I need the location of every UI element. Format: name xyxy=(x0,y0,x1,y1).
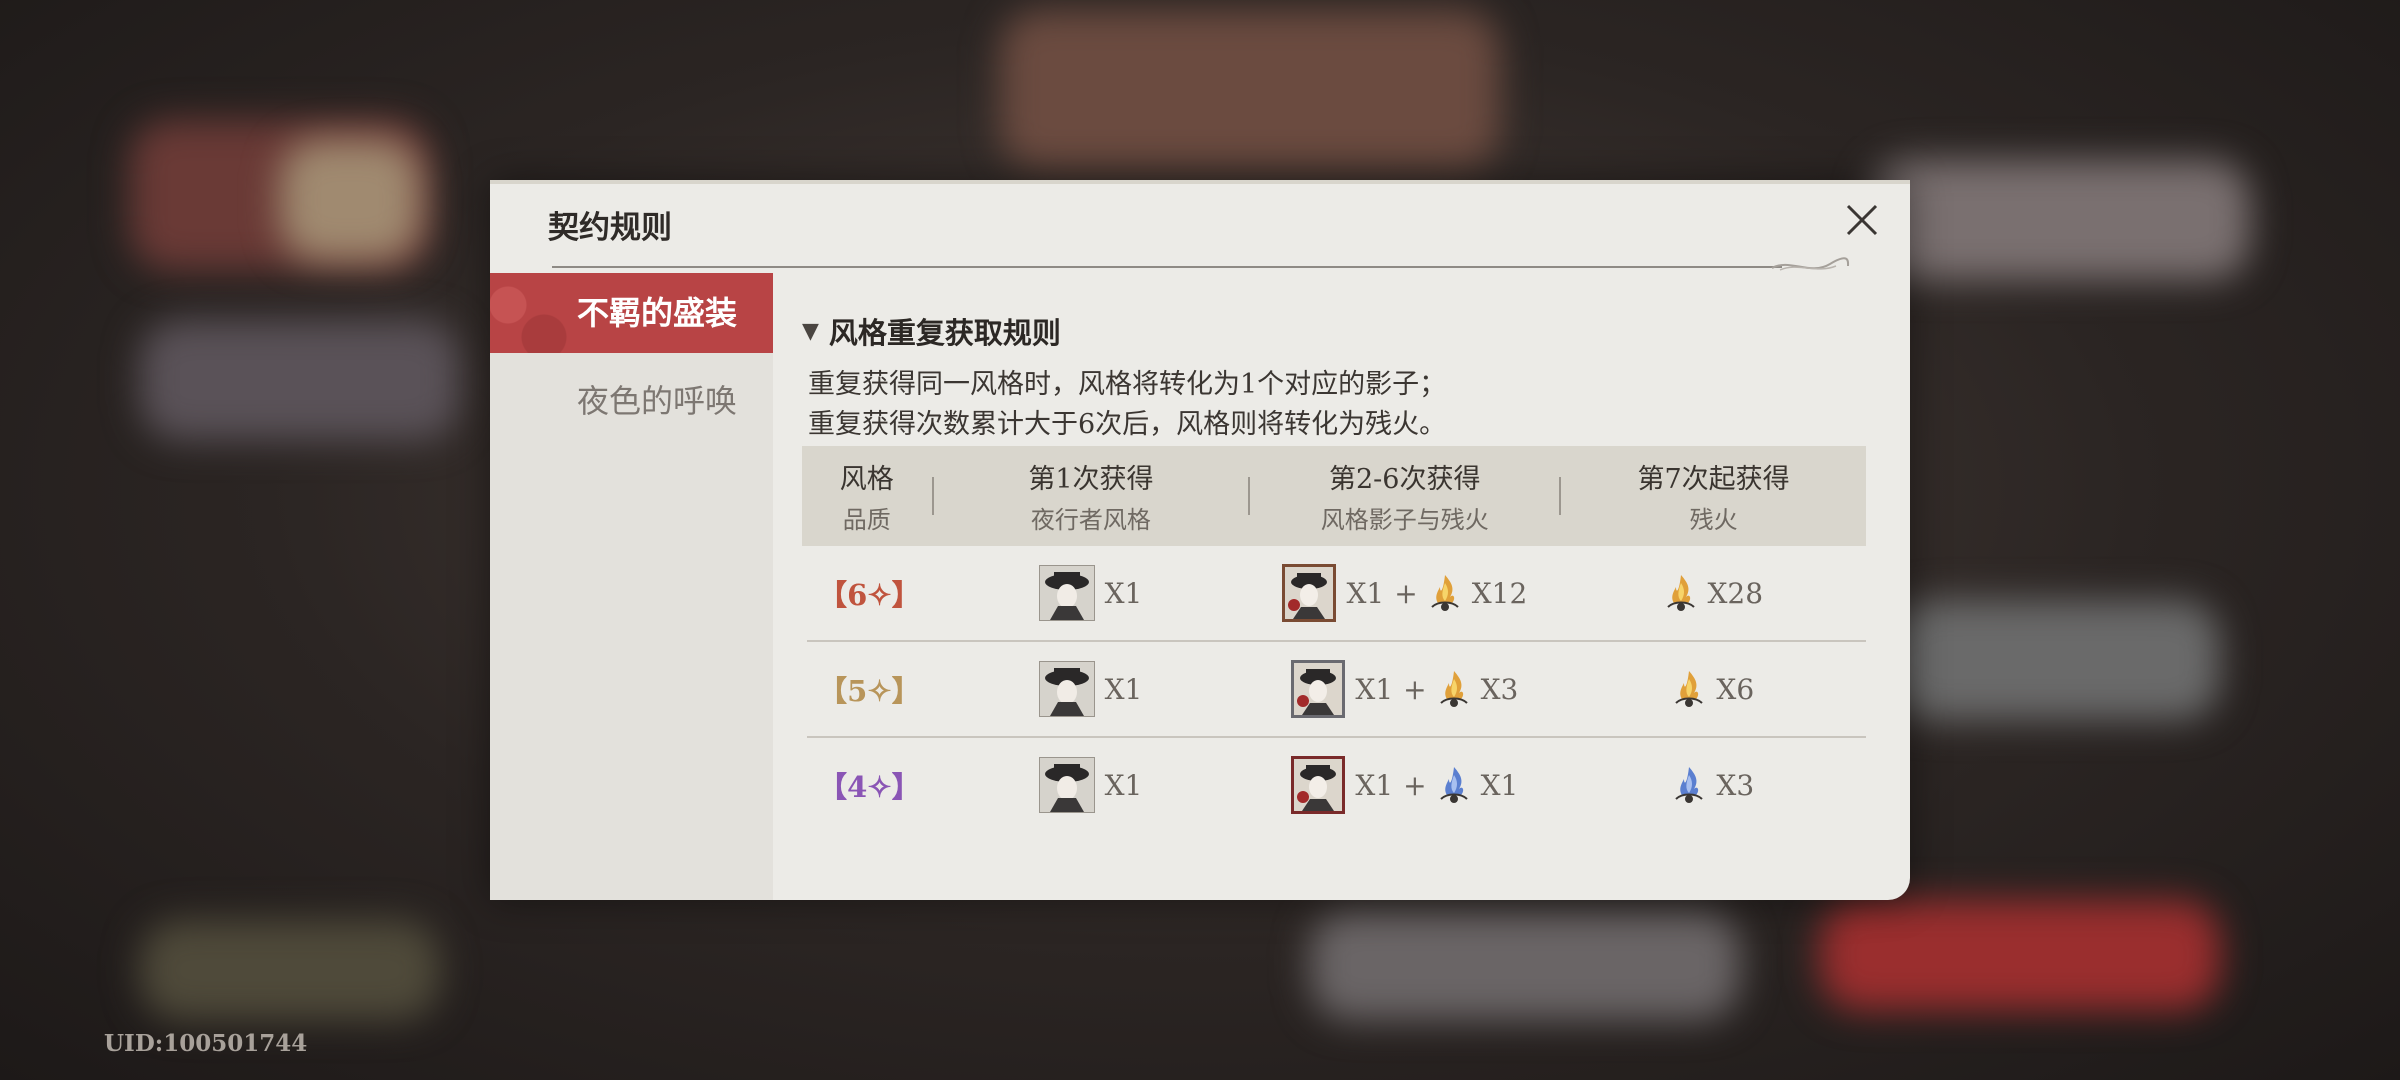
title-divider xyxy=(552,266,1782,268)
shadow-count: X1 xyxy=(1346,576,1385,610)
shadow-obtain-cell: X1 + X3 xyxy=(1249,660,1560,718)
seventh-obtain-cell: X6 xyxy=(1561,669,1866,709)
ember-mid-count: X1 xyxy=(1480,768,1519,802)
close-button[interactable] xyxy=(1840,198,1884,242)
first-count: X1 xyxy=(1104,672,1143,706)
dialog-top-edge xyxy=(490,180,1910,184)
costume-avatar-icon xyxy=(1038,757,1095,813)
ember-last-count: X28 xyxy=(1707,576,1764,610)
tab-night-call-label: 夜色的呼唤 xyxy=(576,382,737,420)
first-obtain-cell: X1 xyxy=(932,661,1249,717)
ember-last-count: X6 xyxy=(1716,672,1755,706)
table-header: 风格 品质 第1次获得 夜行者风格 第2-6次获得 风格影子与残火 第7次起获得… xyxy=(802,446,1866,546)
header-second-l1: 第2-6次获得 xyxy=(1329,464,1481,495)
table-body: 【6✧】 X1 X1 + X12 X28 【5✧】 X1 X1 + X3 X6 … xyxy=(802,546,1866,832)
header-second-l2: 风格影子与残火 xyxy=(1320,506,1489,534)
section-header[interactable]: ▼ 风格重复获取规则 xyxy=(802,310,1061,352)
header-quality-l1: 风格 xyxy=(839,464,894,495)
ember-icon xyxy=(1664,573,1698,613)
header-first-l2: 夜行者风格 xyxy=(1030,506,1151,534)
costume-avatar-icon xyxy=(1038,661,1095,717)
uid-label: UID:100501744 xyxy=(104,1030,308,1057)
tab-night-call[interactable]: 夜色的呼唤 xyxy=(490,361,773,441)
dialog-title: 契约规则 xyxy=(548,210,672,246)
tab-costume[interactable]: 不羁的盛装 xyxy=(490,273,773,353)
ember-icon xyxy=(1437,765,1471,805)
costume-shadow-icon xyxy=(1291,660,1346,718)
header-quality-l2: 品质 xyxy=(842,506,891,534)
seventh-obtain-cell: X3 xyxy=(1561,765,1866,805)
ember-icon xyxy=(1672,765,1706,805)
header-quality: 风格 品质 xyxy=(802,457,932,535)
section-title: 风格重复获取规则 xyxy=(828,316,1061,350)
plus-sign: + xyxy=(1403,768,1427,802)
rule-line-1: 重复获得同一风格时，风格将转化为1个对应的影子； xyxy=(808,369,1447,400)
seventh-obtain-cell: X28 xyxy=(1561,573,1866,613)
ember-mid-count: X3 xyxy=(1480,672,1519,706)
rules-dialog: 契约规则 不羁的盛装 夜色的呼唤 ▼ 风格重复获取规则 重复获得同一风格时，风格… xyxy=(490,180,1910,900)
tab-costume-label: 不羁的盛装 xyxy=(576,294,737,332)
quality-label: 【6✧】 xyxy=(818,578,921,612)
shadow-count: X1 xyxy=(1355,672,1394,706)
sidebar: 不羁的盛装 夜色的呼唤 xyxy=(490,273,773,900)
header-seventh-l1: 第7次起获得 xyxy=(1637,464,1790,495)
header-seventh-l2: 残火 xyxy=(1689,506,1738,534)
first-count: X1 xyxy=(1104,576,1143,610)
quality-label: 【5✧】 xyxy=(818,674,921,708)
rule-line-2: 重复获得次数累计大于6次后，风格则将转化为残火。 xyxy=(808,409,1447,440)
shadow-obtain-cell: X1 + X1 xyxy=(1249,756,1560,814)
first-obtain-cell: X1 xyxy=(932,565,1249,621)
shadow-count: X1 xyxy=(1355,768,1394,802)
plus-sign: + xyxy=(1394,576,1418,610)
costume-shadow-icon xyxy=(1291,756,1346,814)
ember-icon xyxy=(1437,669,1471,709)
shadow-obtain-cell: X1 + X12 xyxy=(1249,564,1560,622)
costume-shadow-icon xyxy=(1282,564,1337,622)
plus-sign: + xyxy=(1403,672,1427,706)
table-row: 【6✧】 X1 X1 + X12 X28 xyxy=(807,546,1866,642)
ember-last-count: X3 xyxy=(1716,768,1755,802)
close-icon xyxy=(1846,204,1878,236)
ember-icon xyxy=(1428,573,1462,613)
costume-avatar-icon xyxy=(1038,565,1095,621)
header-seventh: 第7次起获得 残火 xyxy=(1561,457,1866,535)
table-row: 【4✧】 X1 X1 + X1 X3 xyxy=(807,738,1866,832)
header-first: 第1次获得 夜行者风格 xyxy=(934,457,1249,535)
rules-table: 风格 品质 第1次获得 夜行者风格 第2-6次获得 风格影子与残火 第7次起获得… xyxy=(802,446,1866,832)
chevron-down-icon: ▼ xyxy=(802,318,819,344)
header-first-l1: 第1次获得 xyxy=(1028,464,1154,495)
ember-icon xyxy=(1672,669,1706,709)
ember-mid-count: X12 xyxy=(1471,576,1528,610)
quality-label: 【4✧】 xyxy=(818,770,921,804)
first-obtain-cell: X1 xyxy=(932,757,1249,813)
flourish-ornament xyxy=(1771,257,1850,271)
first-count: X1 xyxy=(1104,768,1143,802)
header-second: 第2-6次获得 风格影子与残火 xyxy=(1250,457,1559,535)
table-row: 【5✧】 X1 X1 + X3 X6 xyxy=(807,642,1866,738)
